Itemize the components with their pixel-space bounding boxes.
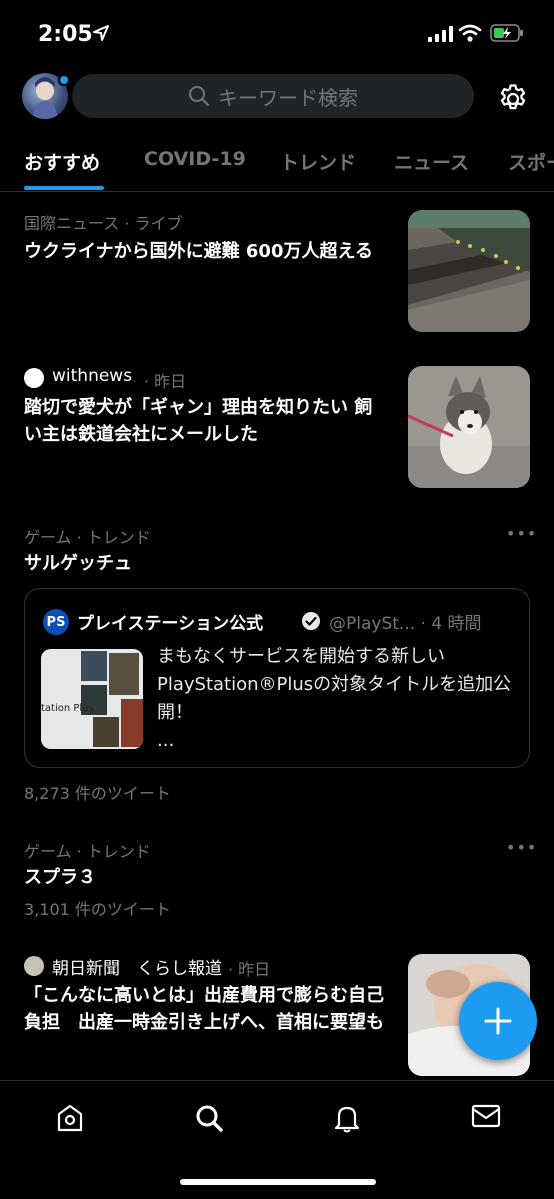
battery-icon <box>490 24 523 42</box>
trend-title: サルゲッチュ <box>24 553 132 574</box>
news-time: · 昨日 <box>144 372 187 391</box>
location-arrow-icon <box>93 25 109 41</box>
source-logo-asahi <box>24 956 44 976</box>
tab-news[interactable]: ニュース <box>394 148 469 175</box>
plus-icon <box>484 1007 512 1035</box>
status-time: 2:05 <box>38 22 93 47</box>
news-category: 国際ニュース · ライブ <box>24 214 183 233</box>
tab-sports[interactable]: スポー <box>508 148 554 175</box>
tweet-text-body: まもなくサービスを開始する新しいPlayStation®Plusの対象タイトルを… <box>157 646 512 723</box>
wifi-icon <box>458 24 482 42</box>
news-source: 朝日新聞 くらし報道 <box>52 959 222 979</box>
tweet-media-label: tation Plus <box>41 703 94 714</box>
embedded-tweet[interactable]: PS プレイステーション公式 @PlaySt... · 4 時間 tation … <box>24 588 530 768</box>
active-tab-indicator <box>24 186 104 190</box>
tab-trends[interactable]: トレンド <box>280 148 356 175</box>
tweet-media-thumbnail: tation Plus <box>41 649 143 749</box>
more-icon[interactable]: ••• <box>506 838 537 857</box>
verified-icon <box>302 612 320 630</box>
news-source: withnews <box>52 366 133 386</box>
tab-recommended[interactable]: おすすめ <box>24 148 100 175</box>
search-bar[interactable]: キーワード検索 <box>72 74 474 118</box>
trend-category: ゲーム · トレンド <box>24 842 151 861</box>
news-time: · 昨日 <box>228 960 271 979</box>
home-icon[interactable] <box>56 1103 84 1133</box>
news-headline: 踏切で愛犬が「ギャン」理由を知りたい 飼い主は鉄道会社にメールした <box>24 397 373 445</box>
tab-covid19[interactable]: COVID-19 <box>144 148 246 170</box>
trend-tweet-count: 8,273 件のツイート <box>24 784 171 803</box>
trend-title: スプラ３ <box>24 867 96 888</box>
top-header: キーワード検索 <box>0 70 554 126</box>
explore-icon[interactable] <box>194 1103 224 1133</box>
tweet-author-handle: @PlaySt... · 4 時間 <box>329 614 482 634</box>
more-icon[interactable]: ••• <box>506 524 537 543</box>
signal-icon <box>428 26 453 42</box>
status-bar: 2:05 <box>0 0 554 66</box>
playstation-logo-icon: PS <box>43 609 69 635</box>
tweet-text-more: ... <box>157 730 175 751</box>
source-logo-withnews <box>24 368 44 388</box>
tweet-text: まもなくサービスを開始する新しいPlayStation®Plusの対象タイトルを… <box>157 643 517 755</box>
bottom-navigation <box>0 1080 554 1199</box>
news-thumbnail-husky <box>408 366 530 488</box>
news-headline: ウクライナから国外に避難 600万人超える <box>24 241 373 262</box>
mail-icon[interactable] <box>471 1103 501 1129</box>
search-icon <box>189 86 209 106</box>
news-headline: 「こんなに高いとは」出産費用で膨らむ自己負担 出産一時金引き上げへ、首相に要望も <box>24 985 384 1033</box>
gear-icon[interactable] <box>496 82 530 116</box>
trend-category: ゲーム · トレンド <box>24 528 151 547</box>
notification-dot <box>58 74 70 86</box>
trend-tweet-count: 3,101 件のツイート <box>24 900 171 919</box>
explore-tabs: おすすめ COVID-19 トレンド ニュース スポー <box>0 138 554 192</box>
compose-button[interactable] <box>459 982 537 1060</box>
home-indicator <box>180 1179 376 1185</box>
news-thumbnail-train-platform <box>408 210 530 332</box>
search-placeholder: キーワード検索 <box>218 85 358 110</box>
tweet-author-name: プレイステーション公式 <box>77 614 264 634</box>
bell-icon[interactable] <box>333 1103 361 1133</box>
